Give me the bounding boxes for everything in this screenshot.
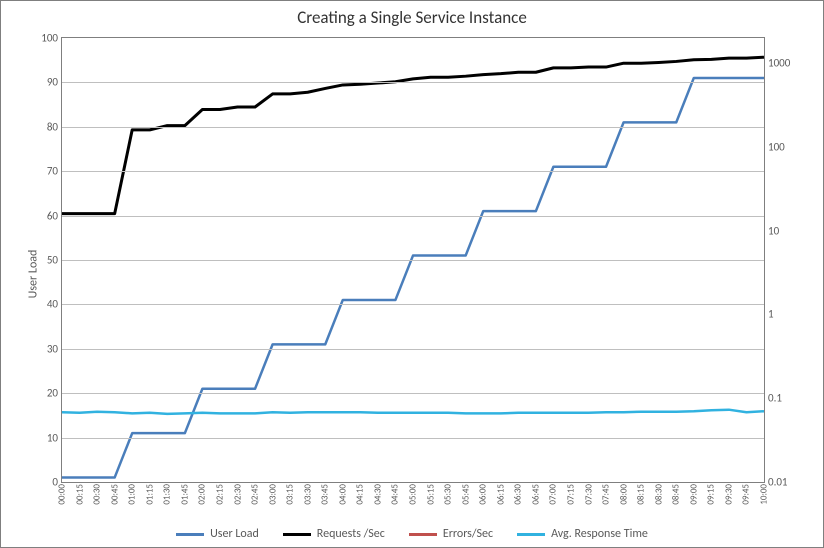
legend-item: Errors/Sec: [409, 527, 493, 541]
y-tick-right: 0.1: [764, 392, 798, 405]
y-tick-right: 10: [764, 224, 798, 237]
x-tick-label: 01:15: [144, 484, 155, 505]
legend: User Load Requests /Sec Errors/Sec Avg. Res…: [1, 527, 823, 541]
x-tick-label: 07:30: [583, 484, 594, 505]
x-tick-label: 06:45: [530, 484, 541, 505]
legend-swatch: [517, 533, 545, 536]
x-tick-label: 03:45: [320, 484, 331, 505]
gridline: [62, 260, 764, 261]
x-tick-label: 02:00: [197, 484, 208, 505]
x-tick-label: 03:00: [267, 484, 278, 505]
x-axis-ticks: 00:0000:1500:3000:4501:0001:1501:3001:45…: [62, 482, 764, 522]
x-tick-label: 06:15: [495, 484, 506, 505]
x-tick-label: 08:15: [636, 484, 647, 505]
series-line: [62, 57, 764, 213]
gridline: [62, 127, 764, 128]
x-tick-label: 05:30: [443, 484, 454, 505]
y-tick-left: 10: [34, 431, 62, 444]
x-tick-label: 09:30: [723, 484, 734, 505]
x-tick-label: 09:15: [706, 484, 717, 505]
legend-label: User Load: [210, 527, 259, 541]
y-tick-left: 70: [34, 165, 62, 178]
y-tick-left: 50: [34, 254, 62, 267]
x-tick-label: 00:45: [109, 484, 120, 505]
series-line: [62, 410, 764, 414]
x-tick-label: 08:30: [653, 484, 664, 505]
y-tick-right: 100: [764, 140, 798, 153]
gridline: [62, 438, 764, 439]
legend-item: User Load: [176, 527, 259, 541]
x-tick-label: 00:15: [74, 484, 85, 505]
legend-swatch: [283, 533, 311, 536]
legend-label: Avg. Response Time: [551, 527, 648, 541]
x-tick-label: 03:30: [302, 484, 313, 505]
chart-title: Creating a Single Service Instance: [1, 7, 823, 28]
y-tick-left: 80: [34, 120, 62, 133]
x-tick-label: 07:00: [548, 484, 559, 505]
x-tick-label: 06:30: [513, 484, 524, 505]
y-tick-left: 100: [34, 32, 62, 45]
gridline: [62, 393, 764, 394]
gridline: [62, 82, 764, 83]
x-tick-label: 04:15: [355, 484, 366, 505]
legend-item: Avg. Response Time: [517, 527, 648, 541]
x-tick-label: 04:00: [337, 484, 348, 505]
y-tick-left: 90: [34, 76, 62, 89]
x-tick-label: 06:00: [478, 484, 489, 505]
x-tick-label: 00:30: [92, 484, 103, 505]
x-tick-label: 05:45: [460, 484, 471, 505]
x-tick-label: 03:15: [285, 484, 296, 505]
legend-item: Requests /Sec: [283, 527, 385, 541]
gridline: [62, 304, 764, 305]
y-tick-left: 0: [34, 476, 62, 489]
y-tick-left: 20: [34, 387, 62, 400]
y-tick-left: 60: [34, 209, 62, 222]
x-tick-label: 02:15: [214, 484, 225, 505]
y-tick-right: 1: [764, 308, 798, 321]
x-tick-label: 01:30: [162, 484, 173, 505]
legend-label: Requests /Sec: [317, 527, 385, 541]
x-tick-label: 02:45: [250, 484, 261, 505]
legend-swatch: [409, 533, 437, 536]
x-tick-label: 02:30: [232, 484, 243, 505]
series-line: [62, 78, 764, 478]
x-tick-label: 07:45: [601, 484, 612, 505]
x-tick-label: 01:00: [127, 484, 138, 505]
y-tick-right: 0.01: [764, 476, 798, 489]
gridline: [62, 349, 764, 350]
x-tick-label: 04:30: [372, 484, 383, 505]
x-tick-label: 07:15: [565, 484, 576, 505]
gridline: [62, 216, 764, 217]
x-tick-label: 05:00: [408, 484, 419, 505]
y-tick-left: 30: [34, 342, 62, 355]
x-tick-label: 09:45: [741, 484, 752, 505]
y-tick-left: 40: [34, 298, 62, 311]
x-tick-label: 01:45: [179, 484, 190, 505]
chart-container: Creating a Single Service Instance User …: [0, 0, 824, 548]
legend-swatch: [176, 533, 204, 536]
x-tick-label: 08:00: [618, 484, 629, 505]
x-tick-label: 08:45: [671, 484, 682, 505]
plot-area: 00:0000:1500:3000:4501:0001:1501:3001:45…: [61, 37, 765, 483]
legend-label: Errors/Sec: [443, 527, 493, 541]
x-tick-label: 05:15: [425, 484, 436, 505]
gridline: [62, 171, 764, 172]
x-tick-label: 09:00: [688, 484, 699, 505]
y-tick-right: 1000: [764, 57, 798, 70]
x-tick-label: 04:45: [390, 484, 401, 505]
